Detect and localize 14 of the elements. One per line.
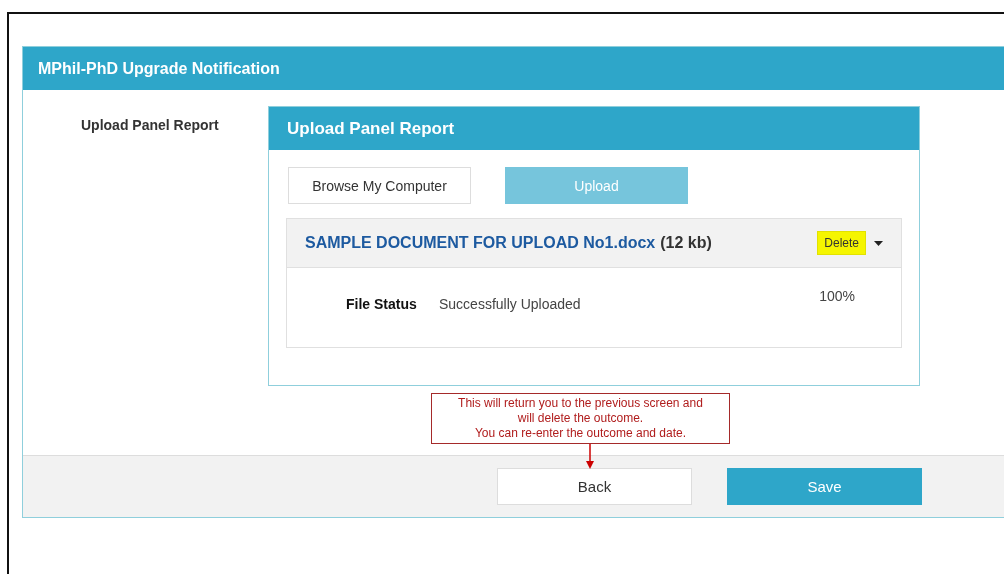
status-value: Successfully Uploaded xyxy=(439,296,581,312)
annotation-text: This will return you to the previous screen and xyxy=(457,396,704,411)
file-name: SAMPLE DOCUMENT FOR UPLOAD No1.docx xyxy=(305,234,656,252)
browse-button[interactable]: Browse My Computer xyxy=(288,167,471,204)
panel-title: MPhil-PhD Upgrade Notification xyxy=(23,47,1004,90)
card-title: Upload Panel Report xyxy=(269,107,919,150)
annotation-text: will delete the outcome. xyxy=(516,411,645,426)
back-button[interactable]: Back xyxy=(497,468,692,505)
delete-button[interactable]: Delete xyxy=(817,231,866,255)
upload-percent: 100% xyxy=(819,288,855,304)
status-label: File Status xyxy=(346,296,418,312)
annotation-text: You can re-enter the outcome and date. xyxy=(473,426,687,441)
file-size: (12 kb) xyxy=(660,234,712,252)
field-label: Upload Panel Report xyxy=(81,117,220,135)
